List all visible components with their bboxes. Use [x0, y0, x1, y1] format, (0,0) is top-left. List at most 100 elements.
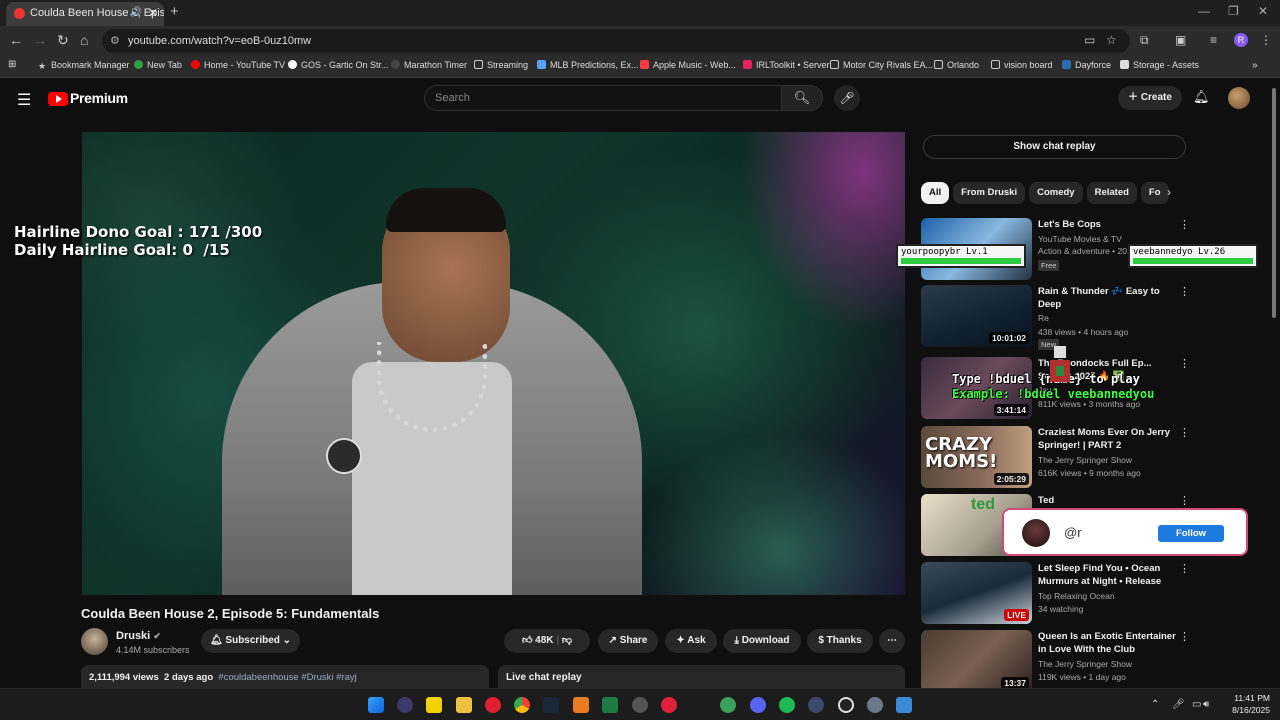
more-options-icon[interactable]: ⋮	[1179, 562, 1190, 575]
more-options-icon[interactable]: ⋮	[1179, 285, 1190, 298]
chrome-icon[interactable]	[514, 697, 530, 713]
apps-grid-icon[interactable]: ⊞	[8, 59, 16, 70]
tray-overflow-icon[interactable]: ⌃	[1151, 699, 1159, 710]
dislike-button[interactable]: 👎︎	[562, 635, 572, 646]
excel-icon[interactable]	[602, 697, 618, 713]
forward-icon[interactable]: →	[33, 32, 47, 48]
follow-button[interactable]: Follow	[1158, 525, 1224, 542]
cast-icon[interactable]: ▭	[1084, 33, 1095, 47]
bookmark-item[interactable]: Dayforce	[1062, 60, 1111, 70]
minimize-icon[interactable]: —	[1198, 4, 1210, 18]
bookmark-item[interactable]: Home - YouTube TV	[191, 60, 285, 70]
more-options-icon[interactable]: ⋮	[1179, 218, 1190, 231]
windows-start-icon[interactable]	[368, 697, 384, 713]
video-thumbnail[interactable]: LIVE	[921, 562, 1032, 624]
thanks-button[interactable]: $ Thanks	[807, 629, 873, 653]
chevron-right-icon[interactable]: ›	[1167, 185, 1171, 199]
app-icon[interactable]	[720, 697, 736, 713]
bookmark-item[interactable]: Marathon Timer	[391, 60, 467, 70]
recommendation-item[interactable]: 10:01:02 Rain & Thunder 💤 Easy to Deep R…	[921, 285, 1191, 350]
bookmark-item[interactable]: New Tab	[134, 60, 182, 70]
window-close-icon[interactable]: ✕	[1258, 4, 1268, 18]
app-icon[interactable]	[573, 697, 589, 713]
more-options-icon[interactable]: ⋮	[1179, 630, 1190, 643]
channel-avatar[interactable]	[81, 628, 108, 655]
recommendation-item[interactable]: 13:37 Queen Is an Exotic Entertainer in …	[921, 630, 1191, 688]
bookmark-item[interactable]: Apple Music - Web...	[640, 60, 736, 70]
bookmark-folder[interactable]: vision board	[991, 60, 1053, 70]
browser-menu-icon[interactable]: ⋮	[1260, 33, 1272, 47]
recommendation-item[interactable]: CRAZY MOMS! 2:05:29 Craziest Moms Ever On…	[921, 426, 1191, 490]
page-scrollbar[interactable]	[1270, 78, 1278, 684]
video-thumbnail[interactable]: CRAZY MOMS! 2:05:29	[921, 426, 1032, 488]
video-thumbnail[interactable]: 10:01:02	[921, 285, 1032, 347]
live-chat-replay-header[interactable]: Live chat replay	[498, 665, 905, 688]
youtube-logo-icon[interactable]	[48, 92, 68, 106]
tab-close-icon[interactable]: ✕	[148, 2, 158, 24]
youtube-brand[interactable]: Premium	[70, 90, 128, 106]
steam-icon[interactable]	[543, 697, 559, 713]
back-icon[interactable]: ←	[9, 32, 23, 48]
bookmark-folder[interactable]: Orlando	[934, 60, 979, 70]
app-icon[interactable]	[838, 697, 854, 713]
more-options-icon[interactable]: ⋮	[1179, 357, 1190, 370]
chip-related[interactable]: Related	[1086, 182, 1137, 204]
volume-icon[interactable]: 🔊︎	[1203, 699, 1209, 710]
recommendation-item[interactable]: LIVE Let Sleep Find You • Ocean Murmurs …	[921, 562, 1191, 626]
extensions-icon[interactable]: ⧉	[1140, 33, 1149, 48]
more-options-icon[interactable]: ⋮	[1179, 426, 1190, 439]
subscribed-button[interactable]: 🔔︎ Subscribed ⌄	[201, 629, 300, 653]
settings-icon[interactable]	[867, 697, 883, 713]
home-icon[interactable]: ⌂	[80, 32, 88, 48]
chip-all[interactable]: All	[921, 182, 950, 204]
bookmark-item[interactable]: ★ Bookmark Manager	[38, 60, 130, 71]
ask-button[interactable]: ✦ Ask	[665, 629, 717, 653]
site-info-icon[interactable]: ⚙	[110, 29, 120, 53]
profile-avatar[interactable]: R	[1234, 33, 1248, 47]
4k-downloader-icon[interactable]	[808, 697, 824, 713]
discord-icon[interactable]	[750, 697, 766, 713]
description-box[interactable]: 2,111,994 views 2 days ago #couldabeenho…	[81, 665, 489, 688]
more-actions-button[interactable]: ⋯	[879, 629, 905, 653]
download-button[interactable]: ⤓ Download	[723, 629, 801, 653]
network-icon[interactable]: ▭	[1192, 699, 1201, 710]
bookmark-item[interactable]: GOS - Gartic On Str...	[288, 60, 389, 70]
hamburger-menu-icon[interactable]: ☰	[17, 90, 31, 110]
bookmark-star-icon[interactable]: ☆	[1106, 33, 1117, 47]
bookmarks-overflow-icon[interactable]: »	[1252, 60, 1258, 71]
spotify-icon[interactable]	[779, 697, 795, 713]
bookmark-item[interactable]: Storage - Assets	[1120, 60, 1199, 70]
chip-from-druski[interactable]: From Druski	[953, 182, 1026, 204]
file-explorer-icon[interactable]	[456, 697, 472, 713]
photos-icon[interactable]	[896, 697, 912, 713]
chip-comedy[interactable]: Comedy	[1029, 182, 1083, 204]
system-clock[interactable]: 11:41 PM 8/16/2025	[1218, 692, 1270, 716]
video-player[interactable]	[82, 132, 905, 595]
show-chat-replay-button[interactable]: Show chat replay	[923, 135, 1186, 159]
search-taskbar-icon[interactable]	[397, 697, 413, 713]
voice-search-button[interactable]: 🎤︎	[834, 85, 860, 111]
media-control-icon[interactable]: ≡	[1210, 33, 1217, 47]
chip-more[interactable]: Fo	[1140, 182, 1169, 204]
bookmark-item[interactable]: Motor City Rivals EA...	[830, 60, 933, 70]
more-options-icon[interactable]: ⋮	[1179, 494, 1190, 507]
account-avatar[interactable]	[1228, 87, 1250, 109]
search-button[interactable]: 🔍︎	[781, 85, 823, 111]
obs-icon[interactable]	[632, 697, 648, 713]
reload-icon[interactable]: ↻	[57, 32, 69, 49]
opera-icon[interactable]	[485, 697, 501, 713]
new-tab-button[interactable]: +	[170, 3, 179, 20]
address-bar[interactable]: ⚙ youtube.com/watch?v=eoB-0uz10mw	[102, 29, 1130, 53]
browser-tab[interactable]: Coulda Been House 2, Episo 🔊 ✕	[6, 2, 164, 26]
share-button[interactable]: ↗ Share	[598, 629, 658, 653]
bookmark-item[interactable]: IRLToolkit • Server	[743, 60, 830, 70]
bookmark-item[interactable]: MLB Predictions, Ex...	[537, 60, 639, 70]
mic-tray-icon[interactable]: 🎤︎	[1172, 699, 1185, 710]
video-thumbnail[interactable]: 13:37	[921, 630, 1032, 688]
channel-name[interactable]: Druski ✔	[116, 630, 161, 642]
app-icon[interactable]	[661, 697, 677, 713]
maximize-icon[interactable]: ❐	[1228, 4, 1239, 18]
speaker-icon[interactable]: 🔊	[130, 2, 142, 24]
search-input[interactable]: Search	[424, 85, 782, 111]
create-button[interactable]: ＋ Create	[1118, 86, 1182, 110]
